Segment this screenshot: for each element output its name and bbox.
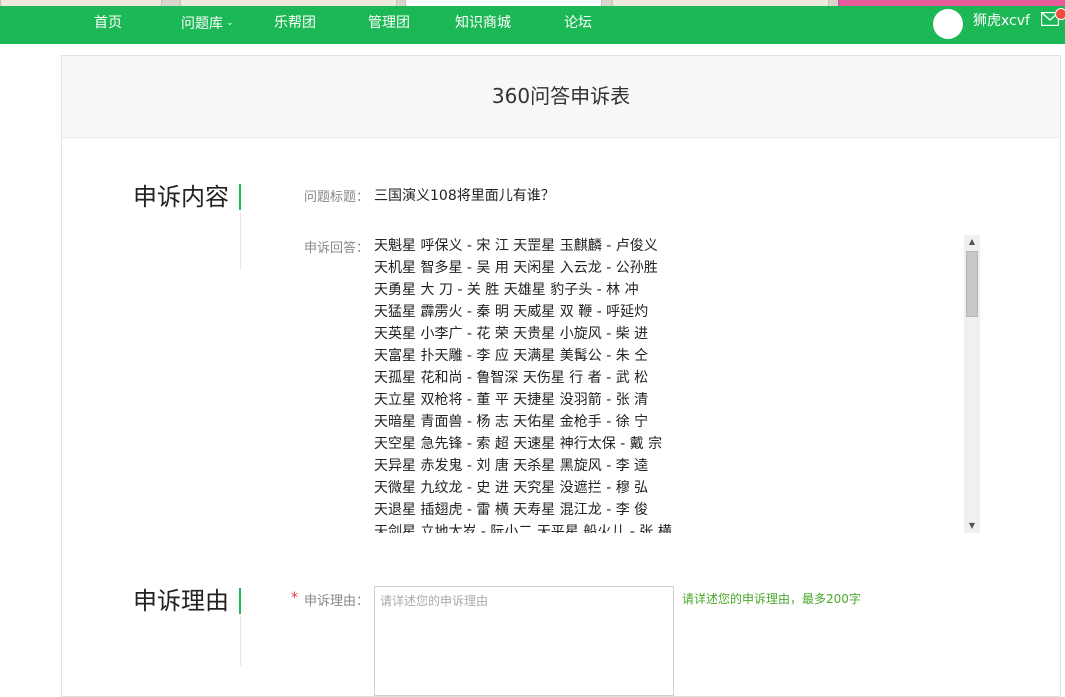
- answer-line: 天剑星 立地太岁 - 阮小二 天平星 船火儿 - 张 横: [374, 524, 672, 533]
- answer-scrollbar[interactable]: ▲ ▼: [964, 235, 980, 533]
- nav-item-admin-group[interactable]: 管理团: [368, 6, 410, 44]
- question-title-label: 问题标题：: [304, 190, 370, 205]
- nav-item-label: 首页: [94, 15, 122, 31]
- chevron-down-icon: ⌄: [226, 18, 234, 28]
- nav-item-label: 论坛: [564, 15, 592, 31]
- page-title: 360问答申诉表: [491, 84, 631, 108]
- reason-label: 申诉理由：: [304, 594, 370, 609]
- answer-line: 天退星 插翅虎 - 雷 横 天寿星 混江龙 - 李 俊: [374, 502, 649, 518]
- appeal-reason-textarea[interactable]: [374, 586, 674, 696]
- answer-line: 天暗星 青面兽 - 杨 志 天佑星 金枪手 - 徐 宁: [374, 414, 649, 430]
- scroll-down-arrow-icon[interactable]: ▼: [964, 519, 980, 533]
- answer-label: 申诉回答：: [304, 241, 370, 256]
- card-header: 360问答申诉表: [62, 56, 1060, 138]
- nav-item-label: 问题库: [181, 16, 223, 32]
- scrollbar-thumb[interactable]: [966, 251, 978, 317]
- nav-item-label: 乐帮团: [274, 15, 316, 31]
- nav-item-forum[interactable]: 论坛: [564, 6, 592, 44]
- section-title-appeal-reason: 申诉理由: [133, 588, 241, 614]
- scroll-up-arrow-icon[interactable]: ▲: [964, 235, 980, 249]
- required-star: *: [291, 590, 298, 606]
- nav-item-knowledge-mall[interactable]: 知识商城: [455, 6, 511, 44]
- user-avatar[interactable]: [933, 9, 963, 39]
- nav-item-home[interactable]: 首页: [94, 6, 122, 44]
- answer-line: 天异星 赤发鬼 - 刘 唐 天杀星 黑旋风 - 李 逵: [374, 458, 649, 474]
- section-title-appeal-content: 申诉内容: [133, 184, 241, 210]
- section-divider: [240, 616, 241, 666]
- answer-line: 天富星 扑天雕 - 李 应 天满星 美髯公 - 朱 仝: [374, 348, 649, 364]
- notification-badge: [1055, 8, 1065, 20]
- nav-item-help-group[interactable]: 乐帮团: [274, 6, 316, 44]
- answer-line: 天立星 双枪将 - 董 平 天捷星 没羽箭 - 张 清: [374, 392, 649, 408]
- answer-line: 天微星 九纹龙 - 史 进 天究星 没遮拦 - 穆 弘: [374, 480, 649, 496]
- answer-line: 天猛星 霹雳火 - 秦 明 天威星 双 鞭 - 呼延灼: [374, 304, 649, 320]
- answer-line: 天孤星 花和尚 - 鲁智深 天伤星 行 者 - 武 松: [374, 370, 649, 386]
- nav-item-label: 管理团: [368, 15, 410, 31]
- answer-lines: 天魁星 呼保义 - 宋 江 天罡星 玉麒麟 - 卢俊义 天机星 智多星 - 吴 用…: [374, 235, 672, 533]
- top-navbar: 首页 问题库 ⌄ 乐帮团 管理团 知识商城 论坛 狮虎xcvf: [0, 6, 1065, 44]
- reason-hint: 请详述您的申诉理由，最多200字: [682, 592, 861, 606]
- answer-line: 天魁星 呼保义 - 宋 江 天罡星 玉麒麟 - 卢俊义: [374, 238, 658, 254]
- answer-line: 天英星 小李广 - 花 荣 天贵星 小旋风 - 柴 进: [374, 326, 649, 342]
- answer-line: 天空星 急先锋 - 索 超 天速星 神行太保 - 戴 宗: [374, 436, 663, 452]
- nav-item-question-library[interactable]: 问题库 ⌄: [181, 6, 234, 44]
- answer-line: 天勇星 大 刀 - 关 胜 天雄星 豹子头 - 林 冲: [374, 282, 639, 298]
- answer-scroll-area[interactable]: 天魁星 呼保义 - 宋 江 天罡星 玉麒麟 - 卢俊义 天机星 智多星 - 吴 用…: [374, 235, 980, 533]
- username-link[interactable]: 狮虎xcvf: [973, 6, 1030, 40]
- answer-line: 天机星 智多星 - 吴 用 天闲星 入云龙 - 公孙胜: [374, 260, 658, 276]
- section-divider: [240, 212, 241, 270]
- question-title-value: 三国演义108将里面儿有谁？: [374, 188, 555, 204]
- nav-item-label: 知识商城: [455, 15, 511, 31]
